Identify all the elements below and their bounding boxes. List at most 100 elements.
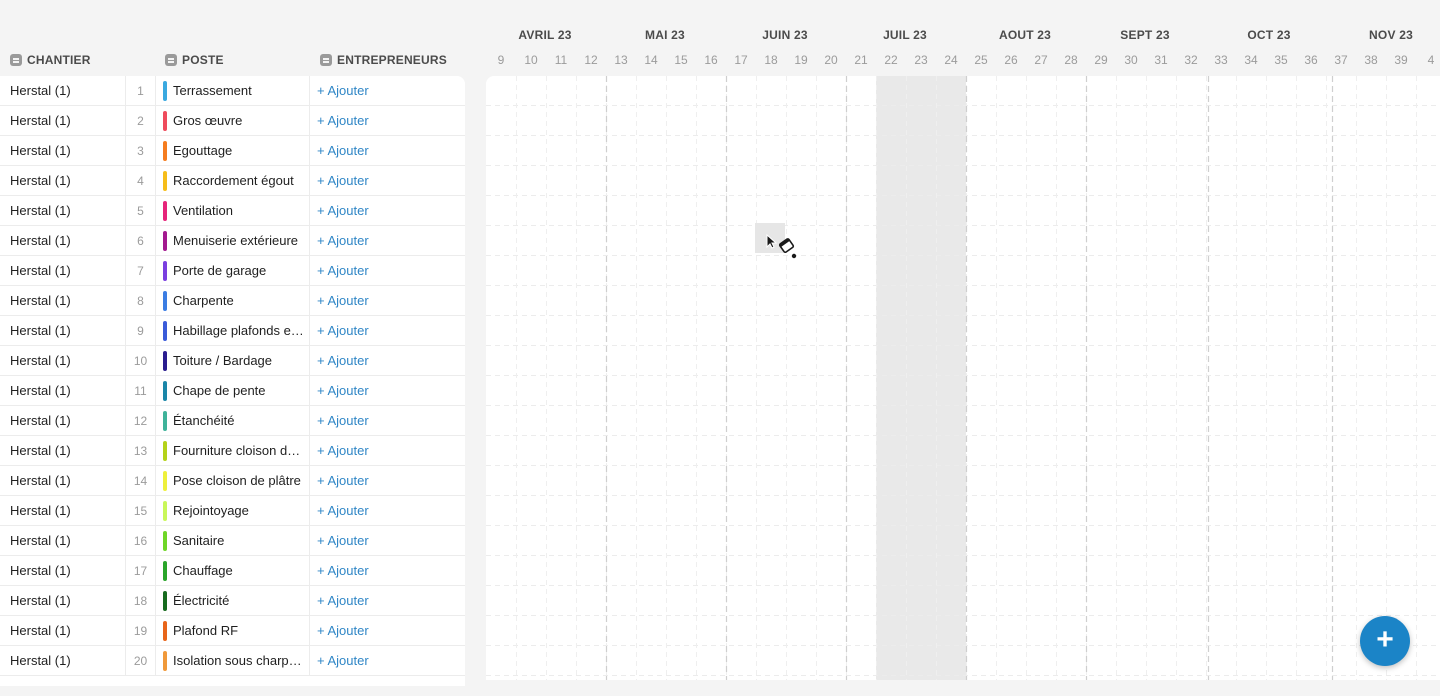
add-entrepreneur-link[interactable]: + Ajouter (309, 196, 465, 226)
poste-cell[interactable]: Porte de garage (155, 256, 309, 286)
poste-cell[interactable]: Chauffage (155, 556, 309, 586)
table-row[interactable]: Herstal (1) 1 Terrassement + Ajouter (0, 76, 465, 106)
table-row[interactable]: Herstal (1) 18 Électricité + Ajouter (0, 586, 465, 616)
poste-color-bar (163, 621, 167, 641)
poste-cell[interactable]: Terrassement (155, 76, 309, 106)
week-label: 11 (554, 53, 568, 67)
table-row[interactable]: Herstal (1) 20 Isolation sous charp… + Ajou… (0, 646, 465, 676)
table-row[interactable]: Herstal (1) 13 Fourniture cloison d… + Ajou… (0, 436, 465, 466)
add-entrepreneur-link[interactable]: + Ajouter (309, 436, 465, 466)
week-label: 34 (1244, 53, 1258, 67)
poste-cell[interactable]: Raccordement égout (155, 166, 309, 196)
add-entrepreneur-link[interactable]: + Ajouter (309, 106, 465, 136)
table-row[interactable]: Herstal (1) 19 Plafond RF + Ajouter (0, 616, 465, 646)
week-label: 26 (1004, 53, 1018, 67)
week-label: 16 (704, 53, 718, 67)
poste-cell[interactable]: Egouttage (155, 136, 309, 166)
table-row[interactable]: Herstal (1) 11 Chape de pente + Ajouter (0, 376, 465, 406)
poste-cell[interactable]: Électricité (155, 586, 309, 616)
poste-cell[interactable]: Menuiserie extérieure (155, 226, 309, 256)
row-number: 2 (125, 106, 155, 136)
add-entrepreneur-link[interactable]: + Ajouter (309, 256, 465, 286)
month-label: MAI 23 (645, 28, 685, 42)
add-entrepreneur-link[interactable]: + Ajouter (309, 166, 465, 196)
poste-cell[interactable]: Toiture / Bardage (155, 346, 309, 376)
table-row[interactable]: Herstal (1) 15 Rejointoyage + Ajouter (0, 496, 465, 526)
column-header-poste[interactable]: POSTE (165, 52, 224, 68)
table-row[interactable]: Herstal (1) 10 Toiture / Bardage + Ajouter (0, 346, 465, 376)
table-row[interactable]: Herstal (1) 14 Pose cloison de plâtre + Ajo… (0, 466, 465, 496)
chantier-cell: Herstal (1) (10, 653, 71, 668)
add-fab-button[interactable]: + (1360, 616, 1410, 666)
poste-color-bar (163, 81, 167, 101)
poste-label: Terrassement (173, 83, 252, 98)
poste-label: Gros œuvre (173, 113, 243, 128)
add-entrepreneur-link[interactable]: + Ajouter (309, 286, 465, 316)
chantier-cell: Herstal (1) (10, 203, 71, 218)
poste-cell[interactable]: Sanitaire (155, 526, 309, 556)
week-label: 15 (674, 53, 688, 67)
poste-color-bar (163, 471, 167, 491)
column-header-label: ENTREPRENEURS (337, 53, 447, 67)
table-row[interactable]: Herstal (1) 2 Gros œuvre + Ajouter (0, 106, 465, 136)
poste-cell[interactable]: Habillage plafonds e… (155, 316, 309, 346)
poste-cell[interactable]: Rejointoyage (155, 496, 309, 526)
poste-color-bar (163, 561, 167, 581)
add-entrepreneur-link[interactable]: + Ajouter (309, 346, 465, 376)
week-label: 9 (497, 53, 505, 67)
add-entrepreneur-link[interactable]: + Ajouter (309, 496, 465, 526)
chantier-cell: Herstal (1) (10, 533, 71, 548)
table-row[interactable]: Herstal (1) 8 Charpente + Ajouter (0, 286, 465, 316)
add-entrepreneur-link[interactable]: + Ajouter (309, 226, 465, 256)
poste-color-bar (163, 201, 167, 221)
chantier-cell: Herstal (1) (10, 143, 71, 158)
week-label: 23 (914, 53, 928, 67)
poste-label: Toiture / Bardage (173, 353, 273, 368)
poste-label: Rejointoyage (173, 503, 249, 518)
poste-cell[interactable]: Charpente (155, 286, 309, 316)
row-number: 16 (125, 526, 155, 556)
task-table: Herstal (1) 1 Terrassement + Ajouter Herstal… (0, 76, 465, 686)
poste-cell[interactable]: Isolation sous charp… (155, 646, 309, 676)
poste-cell[interactable]: Fourniture cloison d… (155, 436, 309, 466)
poste-cell[interactable]: Gros œuvre (155, 106, 309, 136)
table-row[interactable]: Herstal (1) 7 Porte de garage + Ajouter (0, 256, 465, 286)
poste-label: Plafond RF (173, 623, 239, 638)
add-entrepreneur-link[interactable]: + Ajouter (309, 616, 465, 646)
table-row[interactable]: Herstal (1) 16 Sanitaire + Ajouter (0, 526, 465, 556)
column-header-chantier[interactable]: CHANTIER (10, 52, 91, 68)
add-entrepreneur-link[interactable]: + Ajouter (309, 556, 465, 586)
add-entrepreneur-link[interactable]: + Ajouter (309, 136, 465, 166)
table-row[interactable]: Herstal (1) 4 Raccordement égout + Ajouter (0, 166, 465, 196)
table-row[interactable]: Herstal (1) 12 Étanchéité + Ajouter (0, 406, 465, 436)
table-row[interactable]: Herstal (1) 5 Ventilation + Ajouter (0, 196, 465, 226)
add-entrepreneur-link[interactable]: + Ajouter (309, 316, 465, 346)
month-label: SEPT 23 (1120, 28, 1170, 42)
table-row[interactable]: Herstal (1) 17 Chauffage + Ajouter (0, 556, 465, 586)
poste-cell[interactable]: Plafond RF (155, 616, 309, 646)
table-row[interactable]: Herstal (1) 3 Egouttage + Ajouter (0, 136, 465, 166)
week-label: 27 (1034, 53, 1048, 67)
gantt-grid[interactable] (486, 76, 1440, 680)
add-entrepreneur-link[interactable]: + Ajouter (309, 586, 465, 616)
poste-cell[interactable]: Étanchéité (155, 406, 309, 436)
poste-color-bar (163, 411, 167, 431)
poste-label: Sanitaire (173, 533, 225, 548)
add-entrepreneur-link[interactable]: + Ajouter (309, 376, 465, 406)
chantier-cell: Herstal (1) (10, 443, 71, 458)
row-number: 17 (125, 556, 155, 586)
poste-cell[interactable]: Ventilation (155, 196, 309, 226)
column-header-entrepreneurs[interactable]: ENTREPRENEURS (320, 52, 447, 68)
poste-label: Porte de garage (173, 263, 267, 278)
month-label: NOV 23 (1369, 28, 1413, 42)
poste-cell[interactable]: Chape de pente (155, 376, 309, 406)
chantier-cell: Herstal (1) (10, 563, 71, 578)
add-entrepreneur-link[interactable]: + Ajouter (309, 76, 465, 106)
table-row[interactable]: Herstal (1) 6 Menuiserie extérieure + Ajout… (0, 226, 465, 256)
poste-cell[interactable]: Pose cloison de plâtre (155, 466, 309, 496)
table-row[interactable]: Herstal (1) 9 Habillage plafonds e… + Ajout… (0, 316, 465, 346)
add-entrepreneur-link[interactable]: + Ajouter (309, 466, 465, 496)
add-entrepreneur-link[interactable]: + Ajouter (309, 406, 465, 436)
add-entrepreneur-link[interactable]: + Ajouter (309, 526, 465, 556)
add-entrepreneur-link[interactable]: + Ajouter (309, 646, 465, 676)
